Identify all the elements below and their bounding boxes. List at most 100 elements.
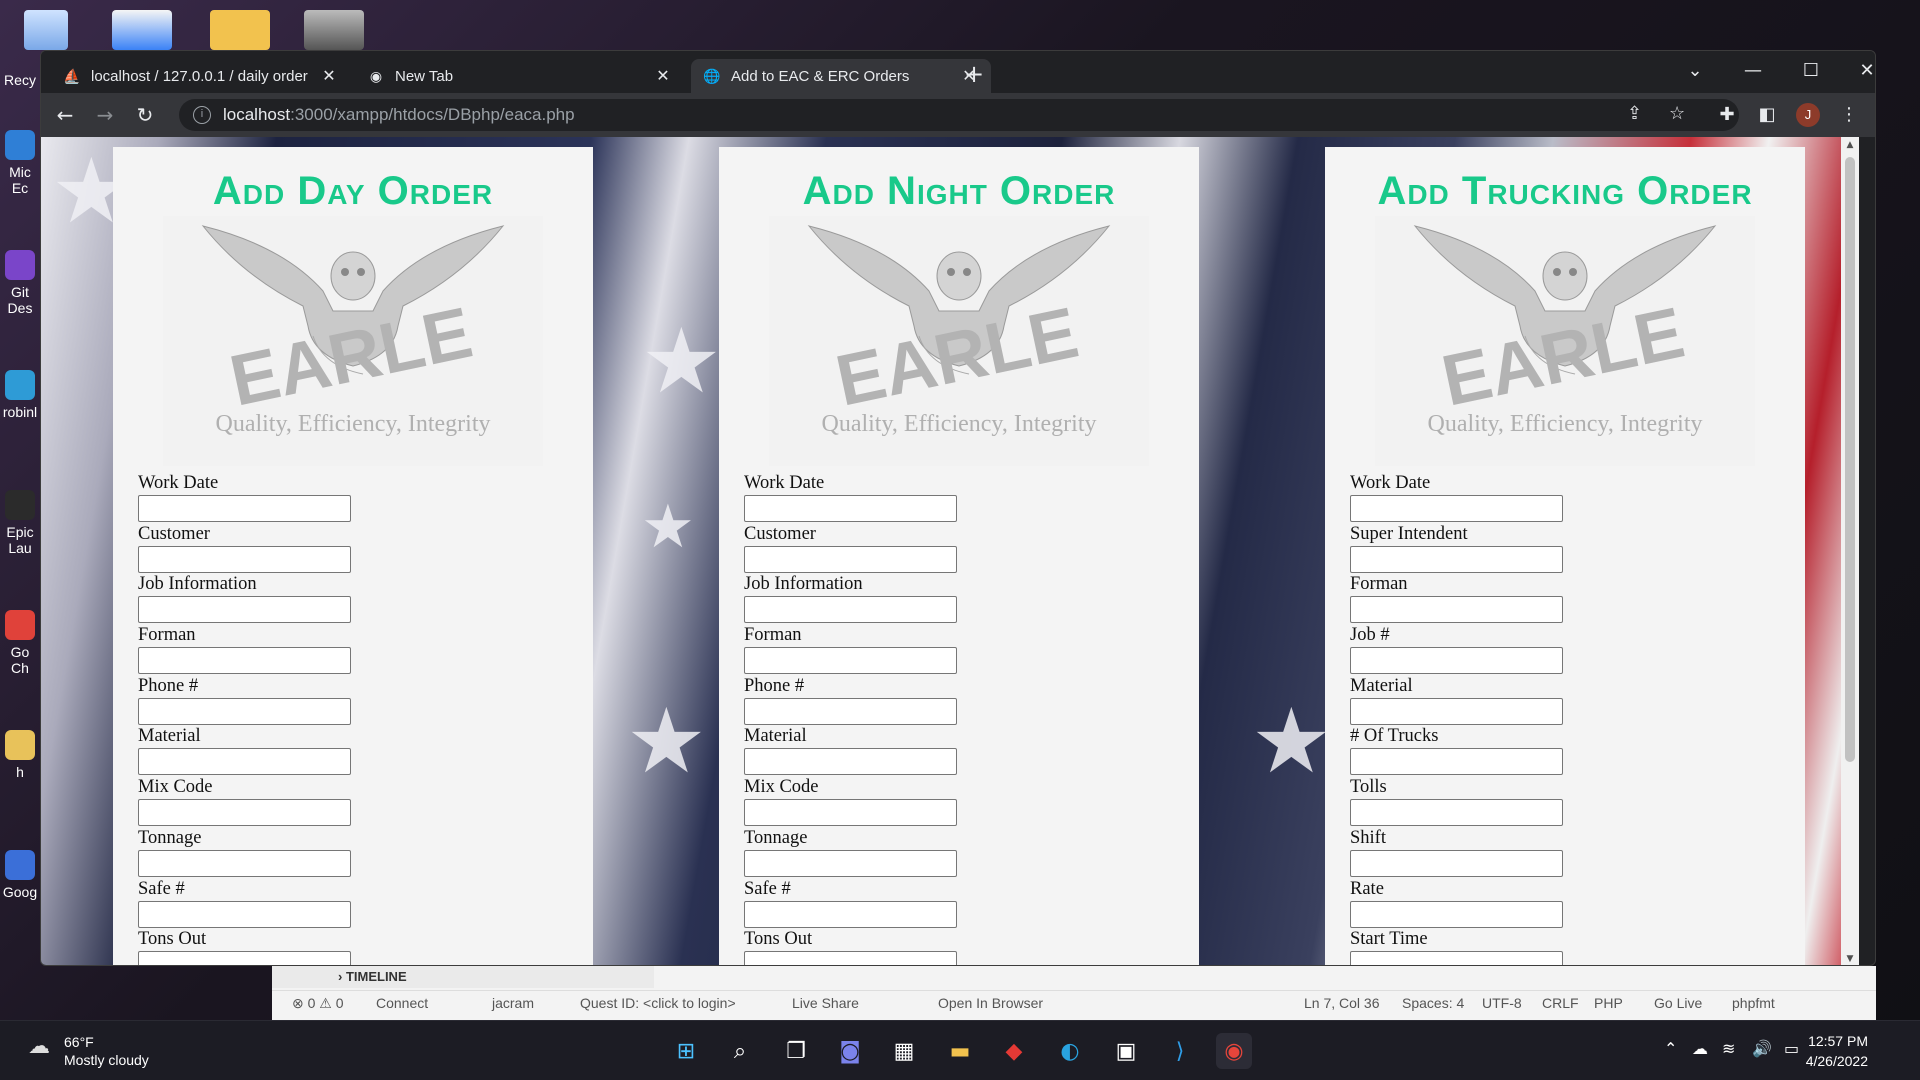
- field-input[interactable]: [744, 545, 957, 573]
- field-input[interactable]: [1350, 900, 1563, 928]
- desktop-shortcut[interactable]: Epic Lau: [0, 490, 40, 556]
- desktop-shortcut[interactable]: Git Des: [0, 250, 40, 316]
- indent-status[interactable]: Spaces: 4: [1402, 991, 1464, 1015]
- address-bar[interactable]: i localhost:3000/xampp/htdocs/DBphp/eaca…: [179, 99, 1739, 131]
- field-input[interactable]: [1350, 748, 1563, 776]
- store-icon[interactable]: ▦: [886, 1033, 922, 1069]
- red-app-icon[interactable]: ◆: [996, 1033, 1032, 1069]
- scroll-up-arrow[interactable]: ▲: [1841, 137, 1859, 153]
- maximize-button[interactable]: ☐: [1787, 55, 1835, 87]
- task-view-icon[interactable]: ❐: [778, 1033, 814, 1069]
- desktop-shortcut[interactable]: h: [0, 730, 40, 780]
- tab-add-orders[interactable]: 🌐 Add to EAC & ERC Orders ✕: [691, 59, 991, 93]
- volume-icon[interactable]: 🔊: [1752, 1039, 1772, 1058]
- field-input[interactable]: [744, 596, 957, 624]
- field-input[interactable]: [744, 799, 957, 827]
- file-explorer-icon[interactable]: ▬: [942, 1033, 978, 1069]
- close-window-button[interactable]: ✕: [1843, 55, 1875, 87]
- field-input[interactable]: [1350, 495, 1563, 522]
- clock[interactable]: 12:57 PM 4/26/2022: [1806, 1031, 1868, 1071]
- app-window-icon[interactable]: [112, 10, 172, 50]
- chrome-icon[interactable]: ◉: [1216, 1033, 1252, 1069]
- timeline-section[interactable]: › TIMELINE: [272, 966, 654, 988]
- menu-icon[interactable]: ⋮: [1833, 99, 1865, 131]
- field-input[interactable]: [138, 900, 351, 928]
- field-input[interactable]: [744, 849, 957, 877]
- field-input[interactable]: [1350, 951, 1563, 965]
- cursor-position[interactable]: Ln 7, Col 36: [1304, 991, 1380, 1015]
- field-input[interactable]: [744, 900, 957, 928]
- formatter-status[interactable]: phpfmt: [1732, 991, 1775, 1015]
- close-tab-icon[interactable]: ✕: [653, 66, 673, 86]
- edge-icon[interactable]: ◐: [1052, 1033, 1088, 1069]
- site-info-icon[interactable]: i: [193, 106, 211, 124]
- desktop-shortcut[interactable]: robinl: [0, 370, 40, 420]
- connect-status[interactable]: Connect: [376, 991, 428, 1015]
- field-input[interactable]: [1350, 697, 1563, 725]
- side-panel-icon[interactable]: ◧: [1751, 99, 1783, 131]
- field-input[interactable]: [1350, 849, 1563, 877]
- vscode-icon[interactable]: ⟩: [1162, 1033, 1198, 1069]
- wifi-icon[interactable]: ≋: [1722, 1039, 1735, 1058]
- bookmark-star-icon[interactable]: ☆: [1669, 103, 1685, 124]
- recycle-bin-icon[interactable]: [24, 10, 68, 50]
- chat-icon[interactable]: ◙: [832, 1033, 868, 1069]
- shortcut-icon: [5, 250, 35, 280]
- field-input[interactable]: [138, 951, 351, 965]
- eol-status[interactable]: CRLF: [1542, 991, 1579, 1015]
- chevron-up-icon[interactable]: ⌃: [1664, 1039, 1677, 1058]
- field-input[interactable]: [1350, 545, 1563, 573]
- language-status[interactable]: PHP: [1594, 991, 1623, 1015]
- field-input[interactable]: [138, 849, 351, 877]
- field-input[interactable]: [744, 748, 957, 776]
- close-tab-icon[interactable]: ✕: [319, 66, 339, 86]
- tab-search-icon[interactable]: ⌄: [1671, 55, 1719, 87]
- field-label: # Of Trucks: [1350, 726, 1439, 747]
- reload-icon[interactable]: ↻: [129, 99, 161, 131]
- problems-status[interactable]: ⊗ 0 ⚠ 0: [292, 991, 344, 1015]
- field-input[interactable]: [744, 697, 957, 725]
- tab-new-tab[interactable]: ◉ New Tab ✕: [355, 59, 685, 93]
- app-window-icon[interactable]: ▣: [1108, 1033, 1144, 1069]
- new-tab-button[interactable]: +: [959, 59, 989, 89]
- scroll-down-arrow[interactable]: ▼: [1841, 951, 1859, 965]
- page-scrollbar[interactable]: ▲ ▼: [1841, 137, 1859, 965]
- field-input[interactable]: [744, 647, 957, 675]
- extensions-icon[interactable]: ✚: [1711, 99, 1743, 131]
- field-input[interactable]: [138, 697, 351, 725]
- tab-phpmyadmin[interactable]: ⛵ localhost / 127.0.0.1 / daily order ✕: [51, 59, 351, 93]
- field-input[interactable]: [138, 495, 351, 522]
- windows-start-icon[interactable]: ⊞: [668, 1033, 704, 1069]
- field-input[interactable]: [138, 647, 351, 675]
- drive-icon[interactable]: [304, 10, 364, 50]
- desktop-shortcut[interactable]: Go Ch: [0, 610, 40, 676]
- desktop-shortcut[interactable]: Goog: [0, 850, 40, 900]
- share-icon[interactable]: ⇪: [1627, 103, 1642, 124]
- field-input[interactable]: [138, 799, 351, 827]
- live-share-status[interactable]: Live Share: [792, 991, 859, 1015]
- desktop-shortcut[interactable]: Mic Ec: [0, 130, 40, 196]
- field-input[interactable]: [1350, 799, 1563, 827]
- search-icon[interactable]: ⌕: [722, 1033, 758, 1069]
- field-input[interactable]: [138, 545, 351, 573]
- forward-icon[interactable]: →: [89, 99, 121, 131]
- scroll-thumb[interactable]: [1845, 157, 1855, 762]
- onedrive-icon[interactable]: ☁: [1692, 1039, 1708, 1058]
- back-icon[interactable]: ←: [49, 99, 81, 131]
- order-form: Work Date Customer Job Information Forman Ph…: [113, 472, 593, 965]
- field-input[interactable]: [138, 596, 351, 624]
- go-live-status[interactable]: Go Live: [1654, 991, 1702, 1015]
- open-in-browser-status[interactable]: Open In Browser: [938, 991, 1043, 1015]
- minimize-button[interactable]: —: [1729, 55, 1777, 87]
- field-input[interactable]: [744, 495, 957, 522]
- user-status[interactable]: jacram: [492, 991, 534, 1015]
- field-input[interactable]: [744, 951, 957, 965]
- folder-icon[interactable]: [210, 10, 270, 50]
- battery-icon[interactable]: ▭: [1784, 1039, 1799, 1058]
- encoding-status[interactable]: UTF-8: [1482, 991, 1522, 1015]
- field-input[interactable]: [1350, 596, 1563, 624]
- quest-status[interactable]: Quest ID: <click to login>: [580, 991, 736, 1015]
- profile-avatar[interactable]: J: [1796, 103, 1820, 127]
- field-input[interactable]: [138, 748, 351, 776]
- field-input[interactable]: [1350, 647, 1563, 675]
